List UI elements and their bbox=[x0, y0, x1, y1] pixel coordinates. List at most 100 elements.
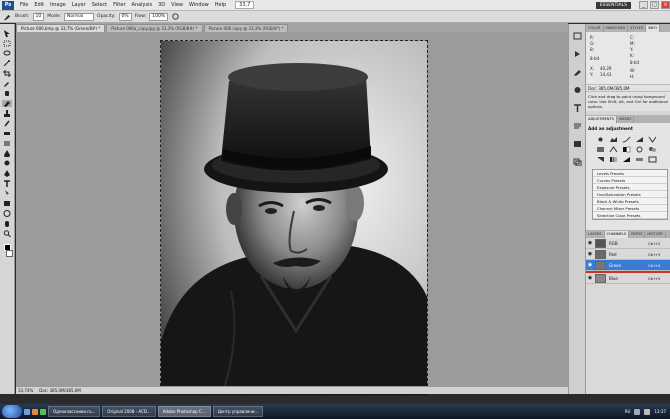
channel-row-green[interactable]: ◉ Green Ctrl+4 bbox=[586, 260, 670, 271]
clock[interactable]: 13:37 bbox=[654, 409, 666, 414]
tab-masks[interactable]: MASKS bbox=[617, 116, 635, 123]
language-indicator[interactable]: RU bbox=[625, 409, 631, 414]
taskbar-button-acdsee[interactable]: Original 2008 - ACD... bbox=[102, 406, 156, 417]
tab-swatches[interactable]: SWATCHES bbox=[604, 25, 629, 32]
visibility-eye-icon[interactable]: ◉ bbox=[586, 260, 594, 270]
menu-3d[interactable]: 3D bbox=[155, 2, 168, 8]
show-desktop-icon[interactable] bbox=[24, 408, 30, 415]
history-brush-icon[interactable] bbox=[2, 120, 12, 127]
menu-window[interactable]: Window bbox=[186, 2, 212, 8]
network-icon[interactable] bbox=[634, 408, 641, 415]
threshold-icon[interactable] bbox=[622, 156, 631, 163]
taskbar-button-odnoklassniki[interactable]: Одноклассники.ru... bbox=[48, 406, 101, 417]
channel-row-red[interactable]: ◉ Red Ctrl+3 bbox=[586, 249, 670, 260]
type-tool-icon[interactable] bbox=[2, 180, 12, 187]
invert-icon[interactable] bbox=[596, 156, 605, 163]
zoom-tool-icon[interactable] bbox=[2, 230, 12, 237]
tab-adjustments[interactable]: ADJUSTMENTS bbox=[586, 116, 617, 123]
document-image[interactable] bbox=[160, 40, 428, 396]
channel-mixer-icon[interactable] bbox=[648, 146, 657, 153]
dodge-tool-icon[interactable] bbox=[2, 160, 12, 167]
menu-select[interactable]: Select bbox=[89, 2, 110, 8]
tab-color[interactable]: COLOR bbox=[586, 25, 604, 32]
preset-levels[interactable]: Levels Presets bbox=[593, 170, 667, 177]
channel-row-blue[interactable]: ◉ Blue Ctrl+5 bbox=[586, 273, 670, 284]
visibility-eye-icon[interactable]: ◉ bbox=[586, 249, 594, 259]
channel-row-rgb[interactable]: ◉ RGB Ctrl+2 bbox=[586, 238, 670, 249]
tab-info[interactable]: INFO bbox=[646, 25, 661, 32]
move-tool-icon[interactable] bbox=[2, 30, 12, 37]
flow-field[interactable]: 100% bbox=[149, 12, 169, 21]
visibility-eye-icon[interactable]: ◉ bbox=[586, 273, 594, 283]
eyedropper-icon[interactable] bbox=[2, 80, 12, 87]
browser-icon[interactable] bbox=[32, 408, 38, 415]
tab-document-2[interactable]: Picture 006a_copy.jpg @ 33,3% (RGB/8#) * bbox=[106, 24, 203, 32]
menu-image[interactable]: Image bbox=[47, 2, 69, 8]
media-icon[interactable] bbox=[40, 408, 46, 415]
tab-document-3[interactable]: Picture 006 copy @ 33,3% (RGB/8*) * bbox=[203, 24, 289, 32]
background-color-swatch[interactable] bbox=[6, 250, 13, 257]
brush-tool-icon[interactable] bbox=[2, 100, 12, 107]
brush-size[interactable]: 10 bbox=[32, 12, 45, 21]
photo-filter-icon[interactable] bbox=[635, 146, 644, 153]
preset-channel-mixer[interactable]: Channel Mixer Presets bbox=[593, 205, 667, 212]
levels-icon[interactable] bbox=[609, 136, 618, 143]
magic-wand-icon[interactable] bbox=[2, 60, 12, 67]
start-button[interactable] bbox=[2, 405, 22, 418]
healing-brush-icon[interactable] bbox=[2, 90, 12, 97]
preset-black-white[interactable]: Black & White Presets bbox=[593, 198, 667, 205]
tool-presets-panel-icon[interactable] bbox=[573, 140, 582, 148]
tab-channels[interactable]: CHANNELS bbox=[604, 231, 630, 238]
minimize-button[interactable]: _ bbox=[639, 1, 648, 9]
layer-comps-panel-icon[interactable] bbox=[573, 158, 582, 166]
pen-tool-icon[interactable] bbox=[2, 170, 12, 177]
actions-panel-icon[interactable] bbox=[573, 50, 582, 58]
lasso-tool-icon[interactable] bbox=[2, 50, 12, 57]
volume-icon[interactable] bbox=[644, 408, 651, 415]
preset-curves[interactable]: Curves Presets bbox=[593, 177, 667, 184]
opacity-field[interactable]: 0% bbox=[118, 12, 132, 21]
gradient-map-icon[interactable] bbox=[635, 156, 644, 163]
menu-help[interactable]: Help bbox=[212, 2, 229, 8]
taskbar-button-photoshop[interactable]: Adobe Photoshop C... bbox=[157, 406, 211, 417]
posterize-icon[interactable] bbox=[609, 156, 618, 163]
black-white-icon[interactable] bbox=[622, 146, 631, 153]
tab-layers[interactable]: LAYERS bbox=[586, 231, 605, 238]
paragraph-panel-icon[interactable] bbox=[573, 122, 582, 130]
crop-tool-icon[interactable] bbox=[2, 70, 12, 77]
blur-tool-icon[interactable] bbox=[2, 150, 12, 157]
selective-color-icon[interactable] bbox=[648, 156, 657, 163]
tab-document-1[interactable]: Picture 006.bmp @ 33,7% (Green/8#) * bbox=[16, 24, 106, 32]
menu-layer[interactable]: Layer bbox=[69, 2, 89, 8]
tab-history[interactable]: HISTORY bbox=[645, 231, 666, 238]
menu-view[interactable]: View bbox=[168, 2, 186, 8]
character-panel-icon[interactable] bbox=[573, 104, 582, 112]
curves-icon[interactable] bbox=[622, 136, 631, 143]
close-button[interactable]: × bbox=[661, 1, 670, 9]
status-zoom[interactable]: 33,74% bbox=[18, 388, 33, 393]
menu-filter[interactable]: Filter bbox=[110, 2, 128, 8]
brightness-icon[interactable] bbox=[596, 136, 605, 143]
hue-saturation-icon[interactable] bbox=[596, 146, 605, 153]
preset-exposure[interactable]: Exposure Presets bbox=[593, 184, 667, 191]
clone-source-panel-icon[interactable] bbox=[573, 86, 582, 94]
preset-hue-saturation[interactable]: Hue/Saturation Presets bbox=[593, 191, 667, 198]
visibility-eye-icon[interactable]: ◉ bbox=[586, 238, 594, 248]
maximize-button[interactable]: □ bbox=[650, 1, 659, 9]
mode-select[interactable]: Normal bbox=[64, 12, 95, 21]
path-selection-icon[interactable] bbox=[2, 190, 12, 197]
history-panel-icon[interactable] bbox=[573, 32, 582, 40]
marquee-tool-icon[interactable] bbox=[2, 40, 12, 47]
vibrance-icon[interactable] bbox=[648, 136, 657, 143]
menu-edit[interactable]: Edit bbox=[31, 2, 47, 8]
tab-paths[interactable]: PATHS bbox=[629, 231, 646, 238]
canvas-area[interactable] bbox=[16, 32, 568, 396]
3d-rotate-icon[interactable] bbox=[2, 210, 12, 217]
preset-selective-color[interactable]: Selective Color Presets bbox=[593, 212, 667, 219]
gradient-tool-icon[interactable] bbox=[2, 140, 12, 147]
color-balance-icon[interactable] bbox=[609, 146, 618, 153]
workspace-switcher[interactable]: ESSENTIALS bbox=[595, 1, 631, 9]
brushes-panel-icon[interactable] bbox=[573, 68, 582, 76]
zoom-level[interactable]: 33,7 bbox=[235, 1, 255, 9]
hand-tool-icon[interactable] bbox=[2, 220, 12, 227]
